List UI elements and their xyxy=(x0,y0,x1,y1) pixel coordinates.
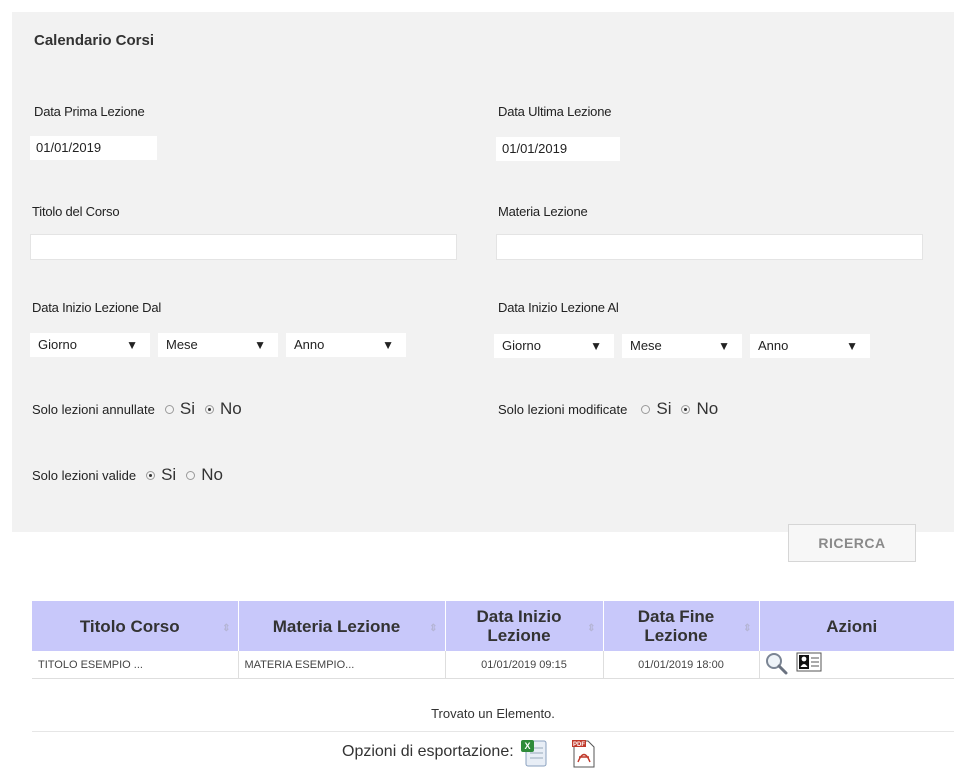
cell-materia: MATERIA ESEMPIO... xyxy=(238,651,446,679)
al-anno-value: Anno xyxy=(758,338,789,353)
col-header-titolo-label: Titolo Corso xyxy=(79,616,180,636)
dal-giorno-value: Giorno xyxy=(38,337,78,352)
col-header-fine[interactable]: Data Fine Lezione ⇕ xyxy=(603,601,760,651)
cell-inizio: 01/01/2019 09:15 xyxy=(445,651,604,679)
results-count: Trovato un Elemento. xyxy=(32,697,954,732)
chevron-down-icon: ▼ xyxy=(382,338,394,352)
page-title: Calendario Corsi xyxy=(34,32,155,49)
ricerca-button[interactable]: RICERCA xyxy=(788,524,916,562)
sort-icon: ⇕ xyxy=(222,623,231,634)
col-header-materia[interactable]: Materia Lezione ⇕ xyxy=(238,601,446,651)
col-header-titolo[interactable]: Titolo Corso ⇕ xyxy=(32,601,239,651)
data-prima-input[interactable]: 01/01/2019 xyxy=(30,136,157,160)
valide-si-label: Si xyxy=(161,465,177,484)
valide-no-radio[interactable] xyxy=(186,470,196,480)
pdf-export-icon[interactable]: PDF xyxy=(568,738,598,773)
valide-no-label: No xyxy=(201,465,223,484)
search-panel xyxy=(12,12,954,532)
materia-label: Materia Lezione xyxy=(498,204,588,219)
annullate-label: Solo lezioni annullate xyxy=(32,401,155,417)
chevron-down-icon: ▼ xyxy=(126,338,138,352)
modificate-no-radio[interactable] xyxy=(681,404,691,414)
data-ultima-label: Data Ultima Lezione xyxy=(498,104,612,119)
sort-icon: ⇕ xyxy=(587,623,596,634)
sort-icon: ⇕ xyxy=(429,623,438,634)
titolo-label: Titolo del Corso xyxy=(32,204,120,219)
valide-si-radio[interactable] xyxy=(146,470,156,480)
al-giorno-value: Giorno xyxy=(502,338,542,353)
table-row: TITOLO ESEMPIO ... MATERIA ESEMPIO... 01… xyxy=(32,651,954,679)
inizio-dal-label: Data Inizio Lezione Dal xyxy=(32,300,162,315)
chevron-down-icon: ▼ xyxy=(254,338,266,352)
modificate-row: Solo lezioni modificate Si No xyxy=(498,399,718,419)
annullate-si-radio[interactable] xyxy=(164,404,174,414)
valide-row: Solo lezioni valide Si No xyxy=(32,465,223,485)
al-mese-value: Mese xyxy=(630,338,662,353)
modificate-si-label: Si xyxy=(656,399,672,418)
annullate-row: Solo lezioni annullate Si No xyxy=(32,399,242,419)
al-giorno-select[interactable]: Giorno ▼ xyxy=(494,334,614,358)
svg-text:PDF: PDF xyxy=(573,742,585,748)
col-header-inizio[interactable]: Data Inizio Lezione ⇕ xyxy=(445,601,604,651)
modificate-si-radio[interactable] xyxy=(641,404,651,414)
excel-export-icon[interactable]: X xyxy=(520,738,550,773)
modificate-no-label: No xyxy=(696,399,719,418)
dal-anno-select[interactable]: Anno ▼ xyxy=(286,333,406,357)
dal-anno-value: Anno xyxy=(294,337,325,352)
export-options: Opzioni di esportazione: X PDF xyxy=(342,738,598,773)
annullate-si-label: Si xyxy=(179,399,195,418)
col-header-inizio-label: Data Inizio Lezione xyxy=(476,607,562,645)
table-header-row: Titolo Corso ⇕ Materia Lezione ⇕ Data Iniz… xyxy=(32,601,954,651)
chevron-down-icon: ▼ xyxy=(718,339,730,353)
results-table: Titolo Corso ⇕ Materia Lezione ⇕ Data Iniz… xyxy=(32,601,954,679)
cell-fine: 01/01/2019 18:00 xyxy=(603,651,760,679)
svg-text:X: X xyxy=(524,741,530,751)
cell-titolo: TITOLO ESEMPIO ... xyxy=(32,651,239,679)
col-header-azioni: Azioni xyxy=(759,601,954,651)
magnifier-icon[interactable] xyxy=(763,651,789,678)
materia-input[interactable] xyxy=(496,234,923,260)
modificate-label: Solo lezioni modificate xyxy=(498,401,628,417)
al-anno-select[interactable]: Anno ▼ xyxy=(750,334,870,358)
annullate-no-label: No xyxy=(220,399,242,418)
col-header-azioni-label: Azioni xyxy=(826,616,878,636)
col-header-fine-label: Data Fine Lezione xyxy=(637,607,715,645)
al-mese-select[interactable]: Mese ▼ xyxy=(622,334,742,358)
col-header-materia-label: Materia Lezione xyxy=(272,616,401,636)
valide-label: Solo lezioni valide xyxy=(32,467,137,483)
sort-icon: ⇕ xyxy=(743,623,752,634)
dal-mese-select[interactable]: Mese ▼ xyxy=(158,333,278,357)
data-ultima-input[interactable]: 01/01/2019 xyxy=(496,137,620,161)
cell-azioni xyxy=(759,651,954,679)
annullate-no-radio[interactable] xyxy=(205,404,214,414)
dal-giorno-select[interactable]: Giorno ▼ xyxy=(30,333,150,357)
chevron-down-icon: ▼ xyxy=(590,339,602,353)
chevron-down-icon: ▼ xyxy=(846,339,858,353)
inizio-al-label: Data Inizio Lezione Al xyxy=(498,300,619,315)
export-label: Opzioni di esportazione: xyxy=(342,743,514,760)
data-prima-label: Data Prima Lezione xyxy=(34,104,145,119)
titolo-input[interactable] xyxy=(30,234,457,260)
dal-mese-value: Mese xyxy=(166,337,198,352)
contact-card-icon[interactable] xyxy=(796,651,822,676)
